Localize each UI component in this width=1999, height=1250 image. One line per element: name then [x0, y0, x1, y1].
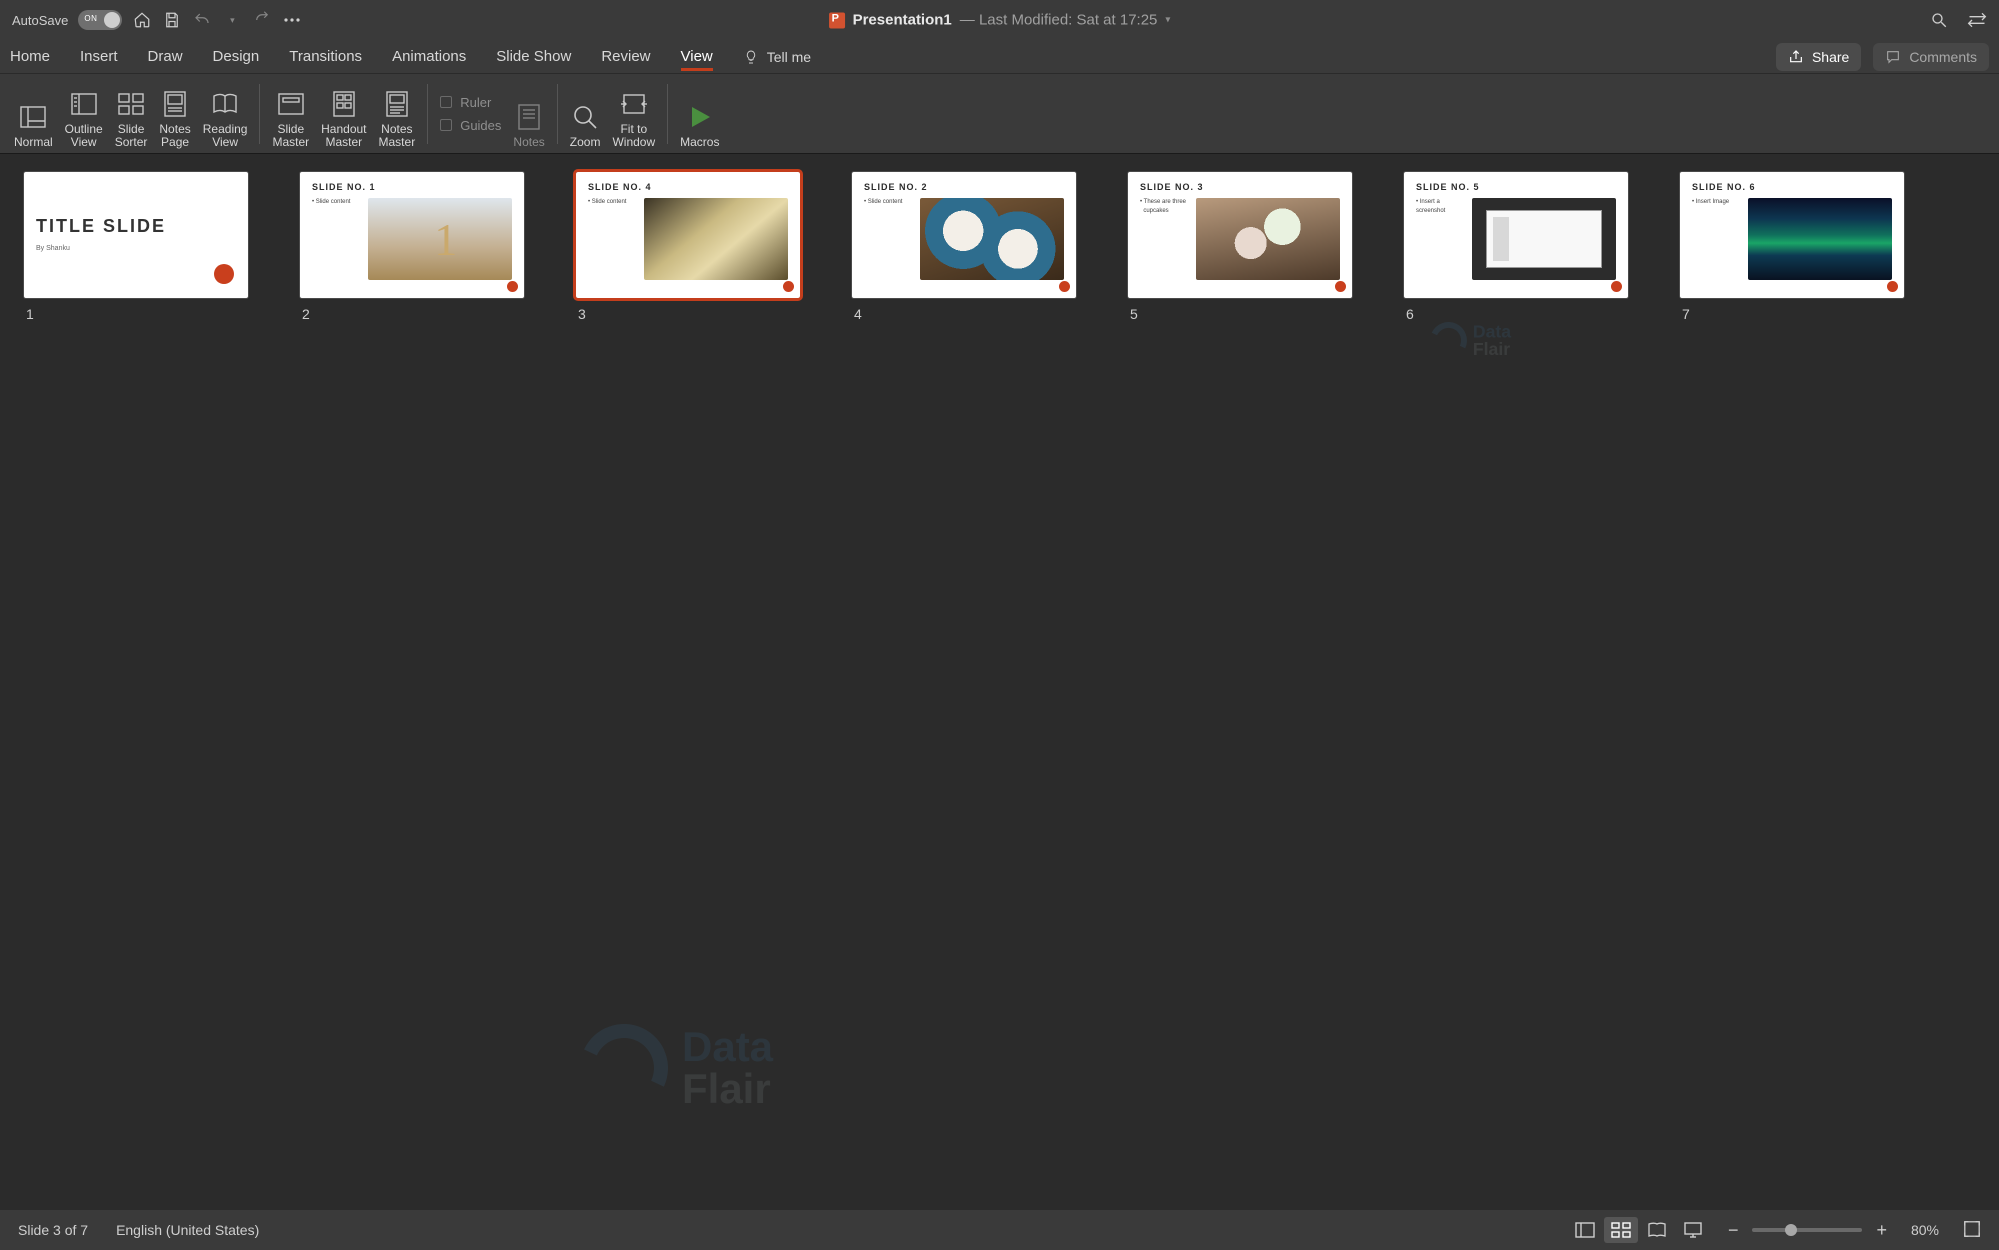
zoom-out-button[interactable]: −	[1728, 1220, 1739, 1241]
comment-icon	[1885, 49, 1901, 65]
zoom-controls: − + 80%	[1728, 1220, 1981, 1241]
reading-view-icon[interactable]	[1640, 1217, 1674, 1243]
tell-me[interactable]: Tell me	[743, 49, 811, 65]
slide-number: 1	[24, 306, 248, 322]
guides-checkbox[interactable]: Guides	[440, 118, 501, 133]
chevron-down-icon: ▾	[1165, 15, 1170, 26]
zoom-button[interactable]: Zoom	[564, 79, 607, 149]
slide-thumbnail-4[interactable]: SLIDE NO. 2 • Slide content 4	[852, 172, 1076, 322]
zoom-percentage[interactable]: 80%	[1911, 1222, 1939, 1238]
slide-thumbnail-1[interactable]: TITLE SLIDE By Shanku 1	[24, 172, 248, 322]
slide-thumbnail-3[interactable]: SLIDE NO. 4 • Slide content 3	[576, 172, 800, 322]
ribbon-options-icon[interactable]	[1967, 10, 1987, 30]
view-notes-page-button[interactable]: Notes Page	[153, 79, 196, 149]
fit-to-window-icon[interactable]	[1963, 1220, 1981, 1241]
view-outline-button[interactable]: Outline View	[59, 79, 109, 149]
notes-button[interactable]: Notes	[507, 79, 550, 149]
more-icon[interactable]	[282, 10, 302, 30]
macros-button[interactable]: Macros	[674, 79, 725, 149]
fit-to-window-button[interactable]: Fit to Window	[606, 79, 661, 149]
watermark-logo: DataFlair	[580, 1024, 773, 1112]
ribbon-view: Normal Outline View Slide Sorter Notes P…	[0, 74, 1999, 154]
view-mode-buttons	[1568, 1217, 1710, 1243]
save-icon[interactable]	[162, 10, 182, 30]
tab-slide-show[interactable]: Slide Show	[496, 42, 571, 71]
handout-master-button[interactable]: Handout Master	[315, 79, 372, 149]
slideshow-view-icon[interactable]	[1676, 1217, 1710, 1243]
comments-button[interactable]: Comments	[1873, 43, 1989, 71]
autosave-toggle[interactable]: ON	[78, 10, 122, 30]
share-icon	[1788, 49, 1804, 65]
slide-number: 3	[576, 306, 800, 322]
slide-number: 6	[1404, 306, 1628, 322]
zoom-in-button[interactable]: +	[1876, 1220, 1887, 1241]
notes-master-button[interactable]: Notes Master	[373, 79, 422, 149]
slide-number: 5	[1128, 306, 1352, 322]
slide-sorter-area[interactable]: DataFlair TITLE SLIDE By Shanku 1 SLIDE …	[0, 154, 1999, 1210]
bulb-icon	[743, 49, 759, 65]
autosave-label: AutoSave	[12, 13, 68, 28]
home-icon[interactable]	[132, 10, 152, 30]
slide-number: 2	[300, 306, 524, 322]
slide-thumbnail-2[interactable]: SLIDE NO. 1 • Slide content 2	[300, 172, 524, 322]
slide-number: 4	[852, 306, 1076, 322]
tab-insert[interactable]: Insert	[80, 42, 118, 71]
title-bar: AutoSave ON ▾ Presentation1 — Last Modif…	[0, 0, 1999, 40]
tab-draw[interactable]: Draw	[148, 42, 183, 71]
slide-sorter-view-icon[interactable]	[1604, 1217, 1638, 1243]
normal-view-icon[interactable]	[1568, 1217, 1602, 1243]
slide-number: 7	[1680, 306, 1904, 322]
tab-review[interactable]: Review	[601, 42, 650, 71]
redo-icon[interactable]	[252, 10, 272, 30]
language-indicator[interactable]: English (United States)	[116, 1222, 259, 1238]
slide-thumbnail-5[interactable]: SLIDE NO. 3 • These are three cupcakes 5	[1128, 172, 1352, 322]
tab-view[interactable]: View	[681, 42, 713, 71]
slide-master-button[interactable]: Slide Master	[266, 79, 315, 149]
view-normal-button[interactable]: Normal	[8, 79, 59, 149]
undo-dropdown-icon[interactable]: ▾	[222, 10, 242, 30]
ruler-checkbox[interactable]: Ruler	[440, 95, 501, 110]
powerpoint-icon	[829, 12, 845, 28]
tab-animations[interactable]: Animations	[392, 42, 466, 71]
slide-counter[interactable]: Slide 3 of 7	[18, 1222, 88, 1238]
slide-thumbnail-7[interactable]: SLIDE NO. 6 • Insert Image 7	[1680, 172, 1904, 322]
ruler-guides-group: Ruler Guides	[434, 95, 507, 133]
tab-transitions[interactable]: Transitions	[289, 42, 362, 71]
status-bar: Slide 3 of 7 English (United States) − +…	[0, 1210, 1999, 1250]
share-button[interactable]: Share	[1776, 43, 1861, 71]
view-slide-sorter-button[interactable]: Slide Sorter	[109, 79, 154, 149]
undo-icon[interactable]	[192, 10, 212, 30]
search-icon[interactable]	[1929, 10, 1949, 30]
watermark-logo: DataFlair	[1430, 322, 1511, 359]
zoom-slider[interactable]	[1752, 1228, 1862, 1232]
view-reading-button[interactable]: Reading View	[197, 79, 254, 149]
tab-home[interactable]: Home	[10, 42, 50, 71]
ribbon-tabs: Home Insert Draw Design Transitions Anim…	[0, 40, 1999, 74]
document-title[interactable]: Presentation1 — Last Modified: Sat at 17…	[829, 12, 1171, 29]
tab-design[interactable]: Design	[213, 42, 260, 71]
slide-thumbnail-6[interactable]: SLIDE NO. 5 • Insert a screenshot 6	[1404, 172, 1628, 322]
